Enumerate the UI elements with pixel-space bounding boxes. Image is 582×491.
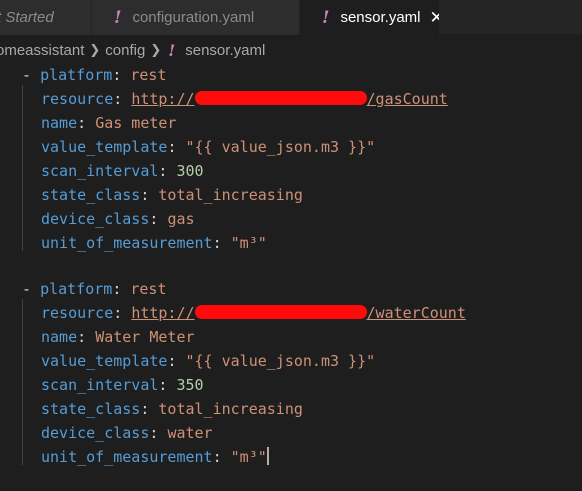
code-line: name: Water Meter (41, 328, 195, 346)
tab-get-started-label: t Started (0, 9, 54, 26)
tab-configuration-yaml[interactable]: ! configuration.yaml (92, 0, 300, 35)
code-line: scan_interval: 350 (41, 376, 204, 394)
resource-url-link[interactable]: http:///gasCount (131, 90, 448, 108)
editor-tab-bar: t Started ! configuration.yaml ! sensor.… (0, 0, 582, 35)
resource-url-link[interactable]: http:///waterCount (131, 304, 466, 322)
indent-guide (22, 85, 23, 251)
breadcrumb: omeassistant ❯ config ❯ ! sensor.yaml (0, 36, 582, 64)
text-cursor (266, 447, 269, 465)
tab-configuration-yaml-label: configuration.yaml (132, 9, 255, 26)
code-line: state_class: total_increasing (41, 186, 303, 204)
code-line: unit_of_measurement: "m³" (41, 447, 269, 466)
code-line: - platform: rest (22, 66, 167, 84)
chevron-right-icon: ❯ (89, 42, 101, 57)
exclamation-icon: ! (114, 7, 122, 28)
redaction-mark (194, 305, 367, 319)
code-line: value_template: "{{ value_json.m3 }}" (41, 138, 376, 156)
code-line: scan_interval: 300 (41, 162, 204, 180)
code-line: resource: http:///waterCount (41, 304, 466, 322)
code-line: device_class: gas (41, 210, 195, 228)
code-line: name: Gas meter (41, 114, 177, 132)
breadcrumb-item-config[interactable]: config (105, 42, 145, 59)
code-line: value_template: "{{ value_json.m3 }}" (41, 352, 376, 370)
close-icon[interactable]: ✕ (430, 9, 439, 26)
breadcrumb-item-homeassistant[interactable]: omeassistant (0, 42, 84, 59)
tab-get-started[interactable]: t Started (0, 0, 92, 35)
exclamation-icon: ! (168, 40, 176, 60)
code-editor[interactable]: - platform: rest resource: http:///gasCo… (0, 64, 582, 491)
redaction-mark (194, 91, 367, 105)
exclamation-icon: ! (322, 7, 330, 28)
indent-guide (22, 299, 23, 465)
code-line: - platform: rest (22, 280, 167, 298)
code-line: state_class: total_increasing (41, 400, 303, 418)
code-line: unit_of_measurement: "m³" (41, 234, 267, 252)
tab-sensor-yaml[interactable]: ! sensor.yaml ✕ (300, 0, 440, 35)
chevron-right-icon: ❯ (150, 42, 162, 57)
code-line: resource: http:///gasCount (41, 90, 448, 108)
tab-sensor-yaml-label: sensor.yaml (340, 9, 421, 26)
breadcrumb-item-sensor-yaml[interactable]: sensor.yaml (185, 42, 265, 59)
code-line: device_class: water (41, 424, 213, 442)
